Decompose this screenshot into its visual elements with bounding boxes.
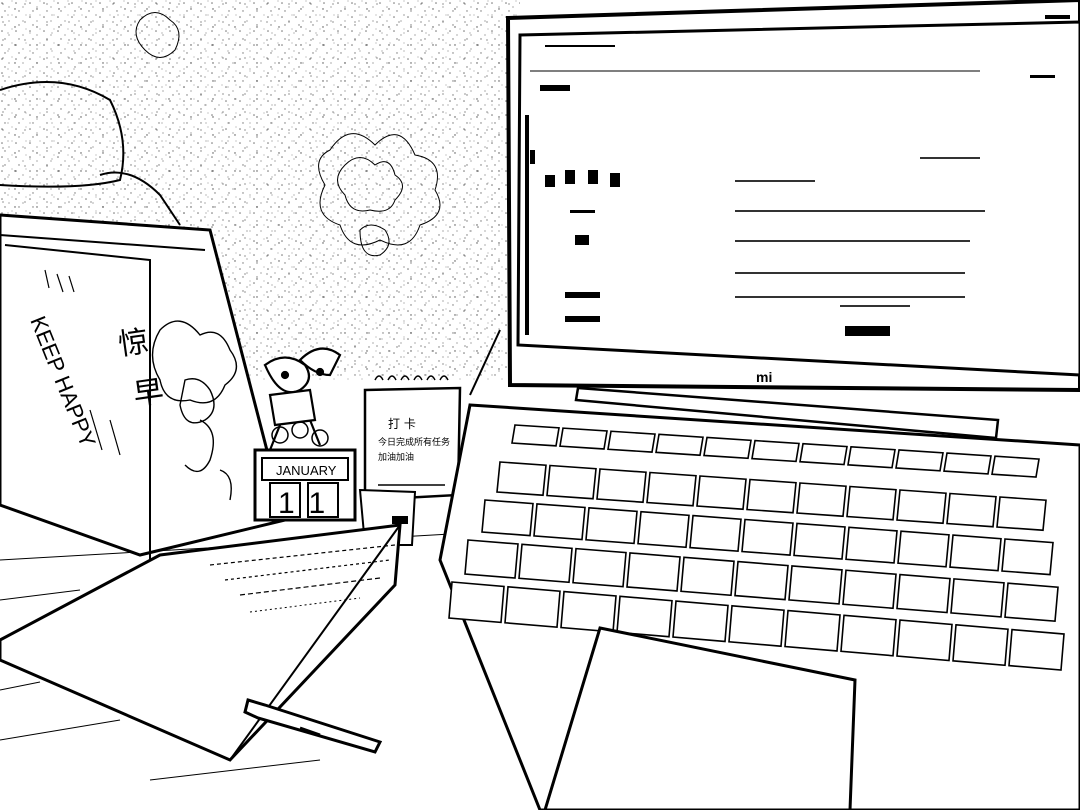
keyboard-key — [637, 510, 690, 549]
figurine — [263, 347, 342, 451]
keyboard-key — [741, 518, 794, 556]
keyboard-key — [751, 439, 800, 463]
keyboard-key — [793, 522, 846, 560]
keyboard-key — [546, 464, 597, 500]
keyboard-key — [996, 496, 1047, 532]
keyboard-key — [847, 445, 896, 469]
keyboard-key — [596, 468, 647, 504]
photo-scene: KEEP HAPPY 惊 早 JANUARY 11 打 卡 今日完成所有任务 加… — [0, 0, 1080, 810]
notepad-line-1: 打 卡 — [388, 417, 416, 431]
notebook — [0, 523, 402, 762]
keyboard-key — [559, 427, 608, 450]
pen — [243, 698, 383, 754]
keyboard-key — [533, 503, 586, 541]
keyboard-key — [572, 547, 627, 588]
keyboard-key — [746, 478, 797, 514]
keyboard-key — [840, 614, 897, 657]
keyboard-key — [481, 499, 534, 537]
keyboard-key — [845, 526, 898, 564]
keyboard-key — [846, 485, 897, 521]
notepad-line-2: 今日完成所有任务 — [378, 436, 450, 448]
keyboard-key — [607, 430, 656, 453]
keyboard-key — [626, 552, 681, 592]
keyboard-key — [799, 442, 848, 466]
keyboard-key — [464, 539, 519, 579]
laptop: mi — [438, 0, 1080, 810]
desk-calendar: JANUARY 11 — [253, 421, 357, 522]
keyboard-key — [896, 573, 951, 614]
keyboard-key — [946, 492, 997, 528]
notepad: 打 卡 今日完成所有任务 加油加油 — [363, 375, 462, 502]
keyboard-key — [448, 581, 505, 624]
keyboard-key — [680, 556, 735, 597]
keyboard-key — [1001, 538, 1054, 576]
keyboard-key — [896, 489, 947, 525]
keyboard-key — [1008, 628, 1065, 671]
keyboard-key — [728, 604, 785, 648]
laptop-logo: mi — [756, 369, 772, 385]
keyboard-key — [696, 475, 747, 511]
keyboard-key — [896, 619, 953, 662]
keyboard-key — [952, 623, 1009, 667]
keyboard-key — [689, 514, 742, 553]
keyboard-key — [646, 471, 697, 507]
keyboard-key — [616, 595, 673, 638]
keyboard-key — [943, 452, 992, 475]
keyboard-key — [796, 482, 847, 518]
keyboard-key — [734, 560, 789, 601]
keyboard-key — [949, 534, 1002, 572]
calendar-month: JANUARY — [276, 463, 337, 478]
keyboard-key — [672, 600, 729, 643]
keyboard-key — [895, 449, 944, 472]
book-title-char-2: 早 — [131, 374, 166, 413]
book-title-char-1: 惊 — [116, 324, 151, 363]
line-art-photo: KEEP HAPPY 惊 早 JANUARY 11 打 卡 今日完成所有任务 加… — [0, 0, 1080, 810]
keyboard-key — [842, 569, 897, 610]
keyboard-key — [585, 506, 638, 545]
calendar-day: 11 — [278, 487, 341, 520]
keyboard-key — [897, 530, 950, 568]
keyboard-key — [784, 609, 841, 652]
keyboard-key — [655, 433, 704, 457]
notepad-line-3: 加油加油 — [378, 451, 414, 463]
keyboard-key — [1004, 582, 1059, 623]
keyboard-key — [703, 436, 752, 460]
keyboard-key — [504, 585, 561, 629]
keyboard-key — [950, 578, 1005, 618]
keyboard-key — [788, 565, 843, 605]
keyboard-key — [496, 461, 547, 497]
keyboard-key — [991, 455, 1040, 478]
keyboard-key — [518, 543, 573, 584]
keyboard-key — [511, 424, 560, 447]
keyboard-key — [560, 590, 617, 633]
